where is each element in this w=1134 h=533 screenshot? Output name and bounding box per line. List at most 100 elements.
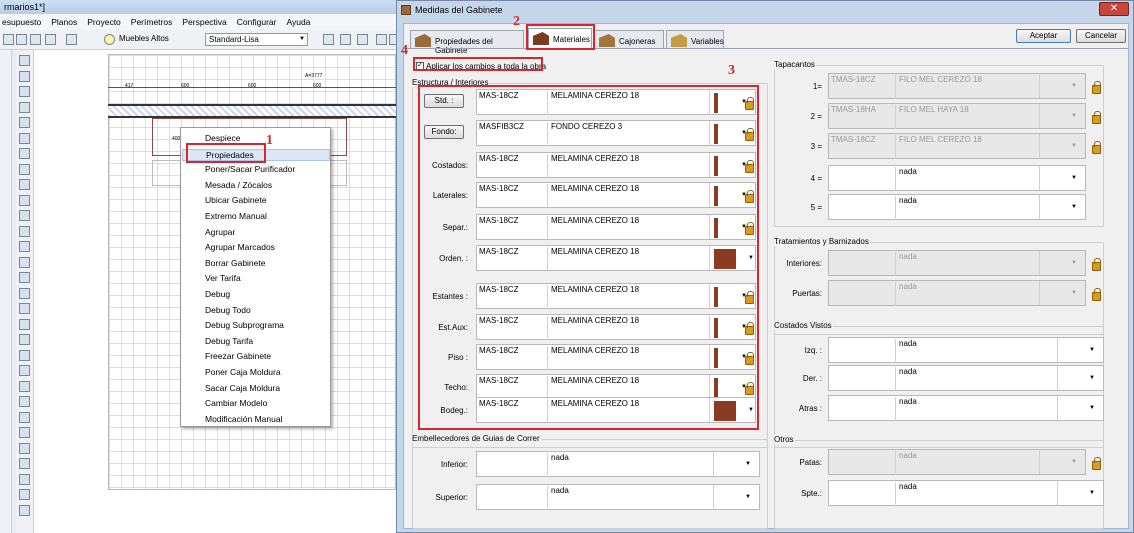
tool-icon[interactable] xyxy=(19,132,30,144)
material-field[interactable]: nada ▼ xyxy=(828,250,1086,276)
material-field[interactable]: nada ▼ xyxy=(828,194,1086,220)
context-menu-item[interactable]: Mesada / Zócalos xyxy=(205,180,272,190)
lock-icon[interactable] xyxy=(1092,141,1101,154)
tool-icon[interactable] xyxy=(19,241,30,252)
accept-button[interactable]: Aceptar xyxy=(1016,29,1071,43)
menu-item[interactable]: Proyecto xyxy=(87,17,121,27)
tool-icon[interactable] xyxy=(19,256,30,268)
material-field[interactable]: TMAS-18CZ FILO MEL CEREZO 18 ▼ xyxy=(828,133,1086,159)
toolbar-icon[interactable] xyxy=(357,34,368,45)
tool-icon[interactable] xyxy=(19,334,30,345)
tool-icon[interactable] xyxy=(19,117,30,128)
tab-propiedades-del-gabinete[interactable]: Propiedades del Gabinete xyxy=(410,30,524,55)
chevron-down-icon[interactable]: ▼ xyxy=(1089,375,1095,381)
material-field[interactable]: nada ▼ xyxy=(828,449,1086,475)
context-menu-item[interactable]: Agrupar Marcados xyxy=(205,242,275,252)
tool-icon[interactable] xyxy=(19,194,30,206)
tool-icon[interactable] xyxy=(19,396,30,407)
tool-icon[interactable] xyxy=(19,427,30,438)
tool-icon[interactable] xyxy=(19,458,30,469)
lightbulb-icon[interactable] xyxy=(104,34,115,45)
context-menu-item[interactable]: Cambiar Modelo xyxy=(205,398,267,408)
close-button[interactable]: ✕ xyxy=(1099,2,1129,16)
context-menu-item[interactable]: Extremo Manual xyxy=(205,211,267,221)
tool-icon[interactable] xyxy=(19,179,30,190)
tool-icon[interactable] xyxy=(19,210,30,221)
tool-icon[interactable] xyxy=(19,272,30,283)
toolbar-icon[interactable] xyxy=(3,34,14,45)
zoom-icon[interactable] xyxy=(340,34,351,45)
material-field[interactable]: nada ▼ xyxy=(828,365,1104,391)
tool-icon[interactable] xyxy=(19,225,30,237)
context-menu-item[interactable]: Ver Tarifa xyxy=(205,273,241,283)
menu-item[interactable]: Perímetros xyxy=(131,17,173,27)
lock-icon[interactable] xyxy=(1092,258,1101,271)
tool-icon[interactable] xyxy=(19,303,30,314)
material-field[interactable]: nada ▼ xyxy=(828,395,1104,421)
material-field[interactable]: nada ▼ xyxy=(476,484,760,510)
chevron-down-icon[interactable]: ▼ xyxy=(1071,113,1077,119)
tool-icon[interactable] xyxy=(19,148,30,159)
menu-item[interactable]: Ayuda xyxy=(286,17,310,27)
chevron-down-icon[interactable]: ▼ xyxy=(1089,490,1095,496)
tool-icon[interactable] xyxy=(19,70,30,82)
chevron-down-icon[interactable]: ▼ xyxy=(1071,204,1077,210)
material-field[interactable]: nada ▼ xyxy=(476,451,760,477)
cancel-button[interactable]: Cancelar xyxy=(1076,29,1126,43)
lock-icon[interactable] xyxy=(1092,81,1101,94)
context-menu-item[interactable]: Debug xyxy=(205,289,230,299)
context-menu-item[interactable]: Sacar Caja Moldura xyxy=(205,383,280,393)
material-field[interactable]: TMAS-18CZ FILO MEL CEREZO 18 ▼ xyxy=(828,73,1086,99)
material-field[interactable]: nada ▼ xyxy=(828,280,1086,306)
chevron-down-icon[interactable]: ▼ xyxy=(1089,347,1095,353)
tool-icon[interactable] xyxy=(19,411,30,423)
tool-icon[interactable] xyxy=(19,349,30,361)
material-field[interactable]: nada ▼ xyxy=(828,165,1086,191)
context-menu-item[interactable]: Debug Tarifa xyxy=(205,336,253,346)
tab-variables[interactable]: Variables xyxy=(666,30,724,49)
menu-item[interactable]: esupuesto xyxy=(2,17,41,27)
context-menu-item[interactable]: Borrar Gabinete xyxy=(205,258,265,268)
tool-icon[interactable] xyxy=(19,473,30,485)
context-menu-item[interactable]: Ubicar Gabinete xyxy=(205,195,266,205)
toolbar-icon[interactable] xyxy=(323,34,334,45)
refresh-icon[interactable] xyxy=(376,34,387,45)
lock-icon[interactable] xyxy=(1092,111,1101,124)
tool-icon[interactable] xyxy=(19,442,30,454)
tab-cajoneras[interactable]: Cajoneras xyxy=(594,30,664,49)
lock-icon[interactable] xyxy=(1092,457,1101,470)
chevron-down-icon[interactable]: ▼ xyxy=(1089,405,1095,411)
tool-icon[interactable] xyxy=(19,55,30,66)
tool-icon[interactable] xyxy=(19,163,30,175)
chevron-down-icon[interactable]: ▼ xyxy=(1071,290,1077,296)
context-menu-item[interactable]: Agrupar xyxy=(205,227,235,237)
tool-icon[interactable] xyxy=(19,504,30,516)
chevron-down-icon[interactable]: ▼ xyxy=(1071,83,1077,89)
menu-item[interactable]: Planos xyxy=(51,17,77,27)
chevron-down-icon[interactable]: ▼ xyxy=(1071,459,1077,465)
tool-icon[interactable] xyxy=(19,318,30,330)
context-menu-item[interactable]: Poner/Sacar Purificador xyxy=(205,164,295,174)
tool-icon[interactable] xyxy=(19,365,30,376)
material-field[interactable]: nada ▼ xyxy=(828,480,1104,506)
calculator-icon[interactable] xyxy=(66,34,77,45)
menu-item[interactable]: Perspectiva xyxy=(182,17,226,27)
chevron-down-icon[interactable]: ▼ xyxy=(745,494,751,500)
toolbar-icon[interactable] xyxy=(16,34,27,45)
tool-icon[interactable] xyxy=(19,287,30,299)
menu-item[interactable]: Configurar xyxy=(237,17,277,27)
material-field[interactable]: TMAS-18HA FILO MEL HAYA 18 ▼ xyxy=(828,103,1086,129)
context-menu-item[interactable]: Debug Todo xyxy=(205,305,251,315)
context-menu-item[interactable]: Modificación Manual xyxy=(205,414,282,424)
context-menu-item[interactable]: Despiece xyxy=(205,133,240,143)
chevron-down-icon[interactable]: ▼ xyxy=(745,461,751,467)
finish-select[interactable]: Standard-Lisa ▼ xyxy=(205,33,308,46)
context-menu-item[interactable]: Poner Caja Moldura xyxy=(205,367,281,377)
tool-icon[interactable] xyxy=(19,380,30,392)
chevron-down-icon[interactable]: ▼ xyxy=(1071,175,1077,181)
chevron-down-icon[interactable]: ▼ xyxy=(1071,143,1077,149)
context-menu-item[interactable]: Debug Subprograma xyxy=(205,320,284,330)
material-field[interactable]: nada ▼ xyxy=(828,337,1104,363)
context-menu-item[interactable]: Freezar Gabinete xyxy=(205,351,271,361)
toolbar-icon[interactable] xyxy=(45,34,56,45)
